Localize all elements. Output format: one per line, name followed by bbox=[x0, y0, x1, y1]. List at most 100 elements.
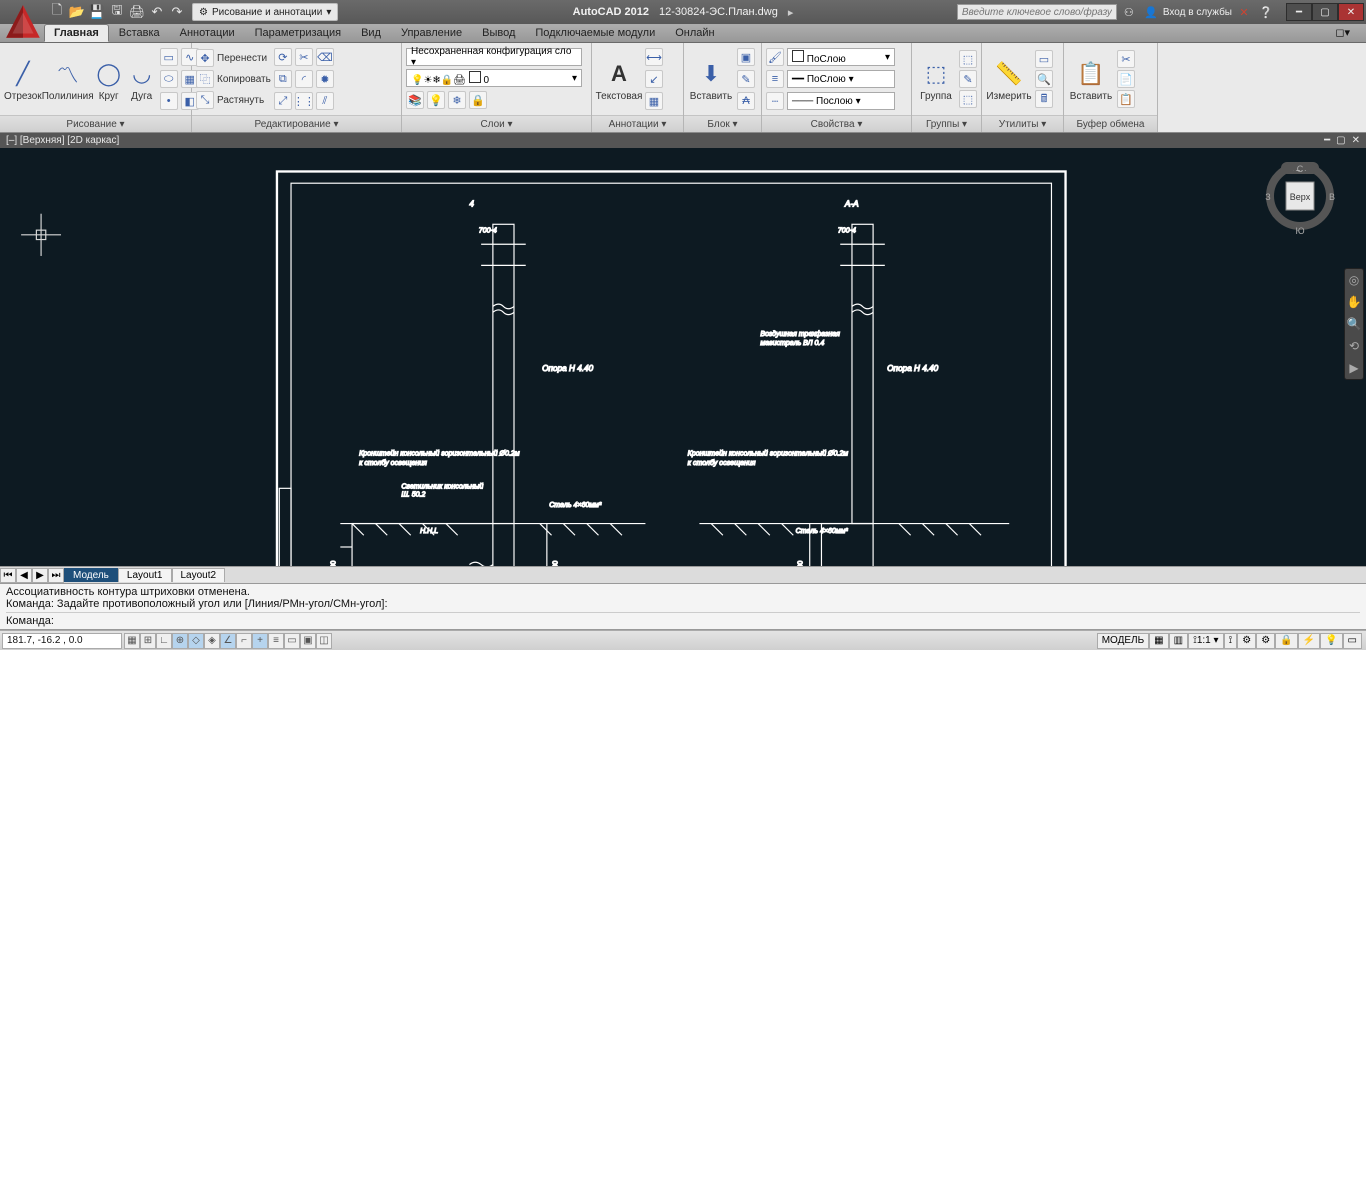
calc-icon[interactable]: 🖩 bbox=[1035, 90, 1053, 108]
attr-icon[interactable]: ₳ bbox=[737, 92, 755, 110]
array-icon[interactable]: ⋮⋮ bbox=[295, 92, 313, 110]
hardware-accel-icon[interactable]: ⚡ bbox=[1298, 633, 1320, 649]
tab-first-icon[interactable]: ⏮ bbox=[0, 568, 16, 583]
nav-zoom-icon[interactable]: 🔍 bbox=[1347, 317, 1362, 331]
doc-close-icon[interactable]: ✕ bbox=[1352, 135, 1360, 146]
search-input[interactable] bbox=[957, 4, 1117, 20]
window-maximize-button[interactable]: ▢ bbox=[1312, 3, 1338, 21]
cut-icon[interactable]: ✂ bbox=[1117, 50, 1135, 68]
tool-circle[interactable]: ◯Круг bbox=[94, 57, 124, 102]
help-icon[interactable]: ❔ bbox=[1256, 4, 1276, 20]
qat-saveas-icon[interactable]: 🖫 bbox=[108, 3, 126, 21]
tab-home[interactable]: Главная bbox=[44, 24, 109, 42]
doc-maximize-icon[interactable]: ▢ bbox=[1336, 135, 1345, 146]
tab-insert[interactable]: Вставка bbox=[109, 24, 170, 42]
qat-undo-icon[interactable]: ↶ bbox=[148, 3, 166, 21]
title-dropdown-icon[interactable]: ▸ bbox=[788, 6, 794, 19]
group-edit-icon[interactable]: ✎ bbox=[959, 70, 977, 88]
point-icon[interactable]: • bbox=[160, 92, 178, 110]
lt-icon[interactable]: ┄ bbox=[766, 92, 784, 110]
snap-toggle[interactable]: ▦ bbox=[124, 633, 140, 649]
table-icon[interactable]: ▦ bbox=[645, 92, 663, 110]
cmd-prompt[interactable]: Команда: bbox=[6, 612, 1360, 627]
polar-toggle[interactable]: ⊕ bbox=[172, 633, 188, 649]
toolbar-lock-icon[interactable]: 🔒 bbox=[1275, 633, 1297, 649]
osnap-toggle[interactable]: ◇ bbox=[188, 633, 204, 649]
workspace-button[interactable]: ⚙ bbox=[1256, 633, 1275, 649]
explode-icon[interactable]: ✹ bbox=[316, 70, 334, 88]
lwt-toggle[interactable]: ≡ bbox=[268, 633, 284, 649]
panel-draw-title[interactable]: Рисование ▾ bbox=[0, 115, 191, 132]
layout2-tab[interactable]: Layout2 bbox=[172, 568, 226, 582]
color-select[interactable]: ПоСлою▾ bbox=[787, 48, 895, 66]
tool-insert[interactable]: ⬇Вставить bbox=[688, 57, 734, 102]
paste-special-icon[interactable]: 📋 bbox=[1117, 90, 1135, 108]
ungroup-icon[interactable]: ⬚ bbox=[959, 50, 977, 68]
doc-minimize-icon[interactable]: ━ bbox=[1324, 135, 1330, 146]
tool-measure[interactable]: 📏Измерить bbox=[986, 57, 1032, 102]
tab-prev-icon[interactable]: ◀ bbox=[16, 568, 32, 583]
workspace-switcher[interactable]: ⚙ Рисование и аннотации ▾ bbox=[192, 3, 338, 21]
tab-parametric[interactable]: Параметризация bbox=[245, 24, 351, 42]
command-window[interactable]: Ассоциативность контура штриховки отмене… bbox=[0, 583, 1366, 630]
erase-icon[interactable]: ⌫ bbox=[316, 48, 334, 66]
qat-save-icon[interactable]: 💾 bbox=[88, 3, 106, 21]
copy-clip-icon[interactable]: 📄 bbox=[1117, 70, 1135, 88]
stretch-icon[interactable]: ⤡ bbox=[196, 91, 214, 109]
tool-arc[interactable]: ◡Дуга bbox=[127, 57, 157, 102]
offset-icon[interactable]: ⫽ bbox=[316, 92, 334, 110]
drawing-canvas[interactable]: 4 700-4 2000 2000 Опора Н 4.40 Кронштейн… bbox=[0, 148, 1366, 566]
window-minimize-button[interactable]: ━ bbox=[1286, 3, 1312, 21]
signin-label[interactable]: Вход в службы bbox=[1163, 4, 1232, 20]
window-close-button[interactable]: ✕ bbox=[1338, 3, 1364, 21]
exchange-icon[interactable]: ✕ bbox=[1234, 4, 1254, 20]
layer-freeze-icon[interactable]: ❄ bbox=[448, 91, 466, 109]
clean-screen-icon[interactable]: ▭ bbox=[1343, 633, 1362, 649]
panel-groups-title[interactable]: Группы ▾ bbox=[912, 115, 981, 132]
mirror-icon[interactable]: ⧉ bbox=[274, 70, 292, 88]
panel-annotation-title[interactable]: Аннотации ▾ bbox=[592, 115, 683, 132]
select-all-icon[interactable]: ▭ bbox=[1035, 50, 1053, 68]
lw-icon[interactable]: ≡ bbox=[766, 70, 784, 88]
ribbon-collapse-button[interactable]: ◻▾ bbox=[1325, 23, 1360, 42]
viewport-label[interactable]: [–] [Верхняя] [2D каркас] bbox=[6, 135, 119, 146]
tool-group[interactable]: ⬚Группа bbox=[916, 57, 956, 102]
move-icon[interactable]: ✥ bbox=[196, 49, 214, 67]
tab-plugins[interactable]: Подключаемые модули bbox=[525, 24, 665, 42]
ducs-toggle[interactable]: ⌐ bbox=[236, 633, 252, 649]
linetype-select[interactable]: ─── Послою ▾ bbox=[787, 92, 895, 110]
layer-select[interactable]: 💡☀❄🔒🖨 0▾ bbox=[406, 69, 582, 87]
tab-annotate[interactable]: Аннотации bbox=[170, 24, 245, 42]
panel-modify-title[interactable]: Редактирование ▾ bbox=[192, 115, 401, 132]
viewcube[interactable]: Верх С Ю З В МСК ▾ bbox=[1260, 160, 1340, 244]
3dosnap-toggle[interactable]: ◈ bbox=[204, 633, 220, 649]
tab-view[interactable]: Вид bbox=[351, 24, 391, 42]
layer-state-select[interactable]: Несохраненная конфигурация сло ▾ bbox=[406, 48, 582, 66]
model-space-button[interactable]: МОДЕЛЬ bbox=[1097, 633, 1149, 649]
tool-paste[interactable]: 📋Вставить bbox=[1068, 57, 1114, 102]
create-block-icon[interactable]: ▣ bbox=[737, 48, 755, 66]
dyn-toggle[interactable]: + bbox=[252, 633, 268, 649]
group-sel-icon[interactable]: ⬚ bbox=[959, 90, 977, 108]
edit-block-icon[interactable]: ✎ bbox=[737, 70, 755, 88]
tab-last-icon[interactable]: ⏭ bbox=[48, 568, 64, 583]
grid-toggle[interactable]: ⊞ bbox=[140, 633, 156, 649]
app-menu-button[interactable] bbox=[2, 2, 44, 44]
qp-toggle[interactable]: ▣ bbox=[300, 633, 316, 649]
layer-off-icon[interactable]: 💡 bbox=[427, 91, 445, 109]
nav-wheel-icon[interactable]: ◎ bbox=[1349, 273, 1359, 287]
rotate-icon[interactable]: ⟳ bbox=[274, 48, 292, 66]
user-icon[interactable]: 👤 bbox=[1141, 4, 1161, 20]
nav-showmotion-icon[interactable]: ▶ bbox=[1349, 361, 1358, 375]
match-prop-icon[interactable]: 🖌 bbox=[766, 48, 784, 66]
tpy-toggle[interactable]: ▭ bbox=[284, 633, 300, 649]
layer-props-icon[interactable]: 📚 bbox=[406, 91, 424, 109]
dim-linear-icon[interactable]: ⟷ bbox=[645, 48, 663, 66]
copy-icon[interactable]: ⿻ bbox=[196, 70, 214, 88]
quickview-drawings-icon[interactable]: ▥ bbox=[1169, 633, 1188, 649]
qat-new-icon[interactable]: 🗋 bbox=[48, 3, 66, 21]
panel-utilities-title[interactable]: Утилиты ▾ bbox=[982, 115, 1063, 132]
scale-icon[interactable]: ⤢ bbox=[274, 92, 292, 110]
leader-icon[interactable]: ↙ bbox=[645, 70, 663, 88]
tool-text[interactable]: AТекстовая bbox=[596, 57, 642, 102]
